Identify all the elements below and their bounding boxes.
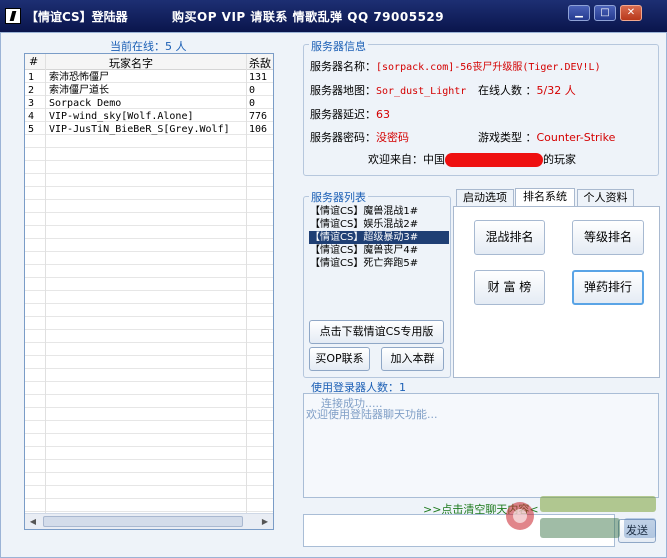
player-kills: 106: [249, 124, 268, 135]
melee-ranking-button[interactable]: 混战排名: [474, 220, 545, 255]
player-grid[interactable]: # 玩家名字 杀敌 1 索沛恐怖僵尸 131 2 索沛僵尸道长 0 3 Sorp…: [24, 53, 274, 530]
gametype-row: 游戏类型 ：Counter-Strike: [478, 129, 615, 145]
tab-launch-options[interactable]: 启动选项: [456, 189, 514, 206]
server-list-item[interactable]: 【情谊CS】娱乐混战2#: [309, 218, 449, 231]
maximize-button[interactable]: □: [594, 5, 616, 21]
latency-value: 63: [376, 108, 390, 121]
player-num: 3: [28, 98, 35, 109]
col-header-kills[interactable]: 杀敌: [249, 55, 271, 71]
col-header-name[interactable]: 玩家名字: [109, 55, 153, 71]
player-name: 索沛僵尸道长: [49, 85, 109, 96]
player-name: 索沛恐怖僵尸: [49, 72, 109, 83]
server-map-label: 服务器地图：: [310, 84, 376, 97]
app-icon: [5, 8, 21, 24]
latency-row: 服务器延迟：63: [310, 106, 390, 122]
password-label: 服务器密码：: [310, 131, 376, 144]
wealth-ranking-button[interactable]: 财 富 榜: [474, 270, 545, 305]
server-list-item-selected[interactable]: 【情谊CS】超级暴动3#: [309, 231, 449, 244]
table-row[interactable]: 1 索沛恐怖僵尸 131: [25, 71, 273, 84]
player-name: VIP-wind_sky[Wolf.Alone]: [49, 111, 194, 122]
online-count-label: 当前在线：5 人: [110, 40, 187, 53]
welcome-row: 欢迎来自：中国 的玩家: [368, 151, 576, 167]
server-map-row: 服务器地图：Sor_dust_Lightr: [310, 82, 466, 98]
scrollbar-thumb[interactable]: [43, 516, 243, 527]
player-num: 1: [28, 72, 35, 83]
tab-profile[interactable]: 个人资料: [577, 189, 634, 206]
level-ranking-button[interactable]: 等级排名: [572, 220, 644, 255]
table-row[interactable]: 3 Sorpack Demo 0: [25, 97, 273, 110]
grid-lines: [25, 70, 273, 513]
title-bar: 【情谊CS】登陆器 购买OP VIP 请联系 情歌乱弹 QQ 79005529 …: [0, 0, 667, 32]
table-row[interactable]: 2 索沛僵尸道长 0: [25, 84, 273, 97]
players-count-value: 5/32 人: [536, 84, 576, 97]
chat-line: 欢迎使用登陆器聊天功能...: [306, 408, 438, 421]
buy-op-button[interactable]: 买OP联系: [309, 347, 370, 371]
players-count-row: 在线人数 ：5/32 人: [478, 82, 576, 98]
player-kills: 131: [249, 72, 268, 83]
minimize-button[interactable]: ▁: [568, 5, 590, 21]
ammo-ranking-button[interactable]: 弹药排行: [572, 270, 644, 305]
players-count-label: 在线人数 ：: [478, 84, 537, 97]
server-list[interactable]: 【情谊CS】魔兽混战1# 【情谊CS】娱乐混战2# 【情谊CS】超级暴动3# 【…: [309, 205, 449, 270]
server-name-value: [sorpack.com]-56丧尸升级服(Tiger.DEV!L): [376, 62, 601, 73]
server-list-item[interactable]: 【情谊CS】魔兽混战1#: [309, 205, 449, 218]
server-list-item[interactable]: 【情谊CS】魔兽丧尸4#: [309, 244, 449, 257]
latency-label: 服务器延迟：: [310, 108, 376, 121]
server-name-label: 服务器名称：: [310, 60, 376, 73]
server-name-row: 服务器名称：[sorpack.com]-56丧尸升级服(Tiger.DEV!L): [310, 58, 601, 74]
scroll-left-icon[interactable]: ◀: [27, 516, 39, 527]
welcome-prefix: 欢迎来自：中国: [368, 153, 445, 166]
col-header-num[interactable]: #: [29, 55, 38, 68]
promo-text: 购买OP VIP 请联系 情歌乱弹 QQ 79005529: [172, 10, 445, 24]
chat-input[interactable]: [303, 514, 615, 547]
player-num: 2: [28, 85, 35, 96]
send-button[interactable]: 发送: [618, 519, 656, 543]
close-button[interactable]: ✕: [620, 5, 642, 21]
join-group-button[interactable]: 加入本群: [381, 347, 444, 371]
player-kills: 776: [249, 111, 268, 122]
window-title: 【情谊CS】登陆器: [26, 10, 128, 24]
chat-log[interactable]: 连接成功..... 欢迎使用登陆器聊天功能...: [303, 393, 659, 498]
player-grid-header: # 玩家名字 杀敌: [25, 54, 273, 70]
download-client-button[interactable]: 点击下载情谊CS专用版: [309, 320, 444, 344]
gametype-value: Counter-Strike: [536, 131, 616, 144]
redacted-location: [445, 153, 543, 167]
server-list-title: 服务器列表: [309, 189, 368, 205]
welcome-suffix: 的玩家: [543, 153, 576, 166]
player-name: VIP-JusTiN_BieBeR_S[Grey.Wolf]: [49, 124, 230, 135]
player-num: 5: [28, 124, 35, 135]
server-info-title: 服务器信息: [309, 38, 368, 54]
server-map-value: Sor_dust_Lightr: [376, 86, 467, 97]
player-kills: 0: [249, 98, 256, 109]
player-kills: 0: [249, 85, 256, 96]
table-row[interactable]: 5 VIP-JusTiN_BieBeR_S[Grey.Wolf] 106: [25, 123, 273, 136]
player-name: Sorpack Demo: [49, 98, 122, 109]
horizontal-scrollbar[interactable]: ◀ ▶: [25, 513, 273, 529]
password-value: 没密码: [376, 131, 409, 144]
scroll-right-icon[interactable]: ▶: [259, 516, 271, 527]
table-row[interactable]: 4 VIP-wind_sky[Wolf.Alone] 776: [25, 110, 273, 123]
server-list-item[interactable]: 【情谊CS】死亡奔跑5#: [309, 257, 449, 270]
gametype-label: 游戏类型 ：: [478, 131, 537, 144]
player-num: 4: [28, 111, 35, 122]
password-row: 服务器密码：没密码: [310, 129, 409, 145]
tab-ranking-system[interactable]: 排名系统: [515, 188, 575, 207]
